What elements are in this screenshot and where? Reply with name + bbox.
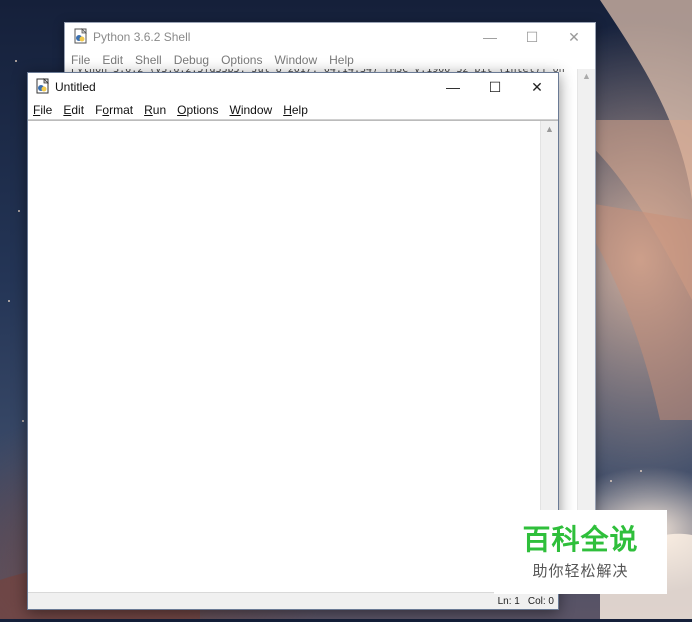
editor-menubar: File Edit Format Run Options Window Help [28, 101, 558, 120]
shell-menu-help[interactable]: Help [329, 53, 354, 67]
menu-options[interactable]: Options [177, 103, 218, 117]
editor-titlebar[interactable]: Untitled — ☐ ✕ [28, 73, 558, 101]
idle-python-icon [73, 27, 89, 47]
minimize-icon: — [446, 79, 460, 95]
scroll-up-arrow-icon[interactable]: ▲ [578, 71, 595, 81]
editor-window-title: Untitled [55, 80, 96, 94]
minimize-icon: — [483, 29, 497, 45]
code-editor-area[interactable] [28, 121, 541, 593]
menu-format[interactable]: Format [95, 103, 133, 117]
shell-minimize-button[interactable]: — [469, 23, 511, 51]
watermark-badge: 百科全说 助你轻松解决 [494, 510, 667, 594]
shell-menubar: File Edit Shell Debug Options Window Hel… [65, 51, 595, 69]
menu-file[interactable]: File [33, 103, 52, 117]
editor-body: ▲ [28, 120, 558, 593]
shell-menu-options[interactable]: Options [221, 53, 262, 67]
shell-menu-debug[interactable]: Debug [174, 53, 209, 67]
shell-scrollbar[interactable]: ▲ [577, 69, 595, 583]
editor-maximize-button[interactable]: ☐ [474, 73, 516, 101]
status-line: Ln: 1 [497, 595, 520, 607]
editor-statusbar: Ln: 1 Col: 0 [28, 592, 558, 609]
menu-help[interactable]: Help [283, 103, 308, 117]
close-icon: ✕ [531, 78, 543, 95]
close-icon: ✕ [568, 28, 580, 45]
menu-edit[interactable]: Edit [63, 103, 84, 117]
editor-window[interactable]: Untitled — ☐ ✕ File Edit Format Run Opti… [27, 72, 559, 610]
menu-window[interactable]: Window [230, 103, 273, 117]
shell-maximize-button[interactable]: ☐ [511, 23, 553, 51]
menu-run[interactable]: Run [144, 103, 166, 117]
editor-close-button[interactable]: ✕ [516, 73, 558, 101]
shell-menu-edit[interactable]: Edit [102, 53, 123, 67]
status-column: Col: 0 [527, 595, 554, 607]
scroll-up-arrow-icon[interactable]: ▲ [541, 124, 558, 134]
shell-menu-window[interactable]: Window [274, 53, 317, 67]
maximize-icon: ☐ [488, 78, 502, 95]
editor-minimize-button[interactable]: — [432, 73, 474, 101]
shell-titlebar[interactable]: Python 3.6.2 Shell — ☐ ✕ [65, 23, 595, 51]
watermark-subtitle: 助你轻松解决 [532, 561, 629, 580]
watermark-title: 百科全说 [522, 522, 639, 556]
maximize-icon: ☐ [525, 28, 539, 45]
shell-window-title: Python 3.6.2 Shell [93, 30, 191, 44]
shell-menu-file[interactable]: File [71, 53, 90, 67]
shell-close-button[interactable]: ✕ [553, 23, 595, 51]
idle-python-icon [35, 77, 51, 97]
shell-menu-shell[interactable]: Shell [135, 53, 162, 67]
